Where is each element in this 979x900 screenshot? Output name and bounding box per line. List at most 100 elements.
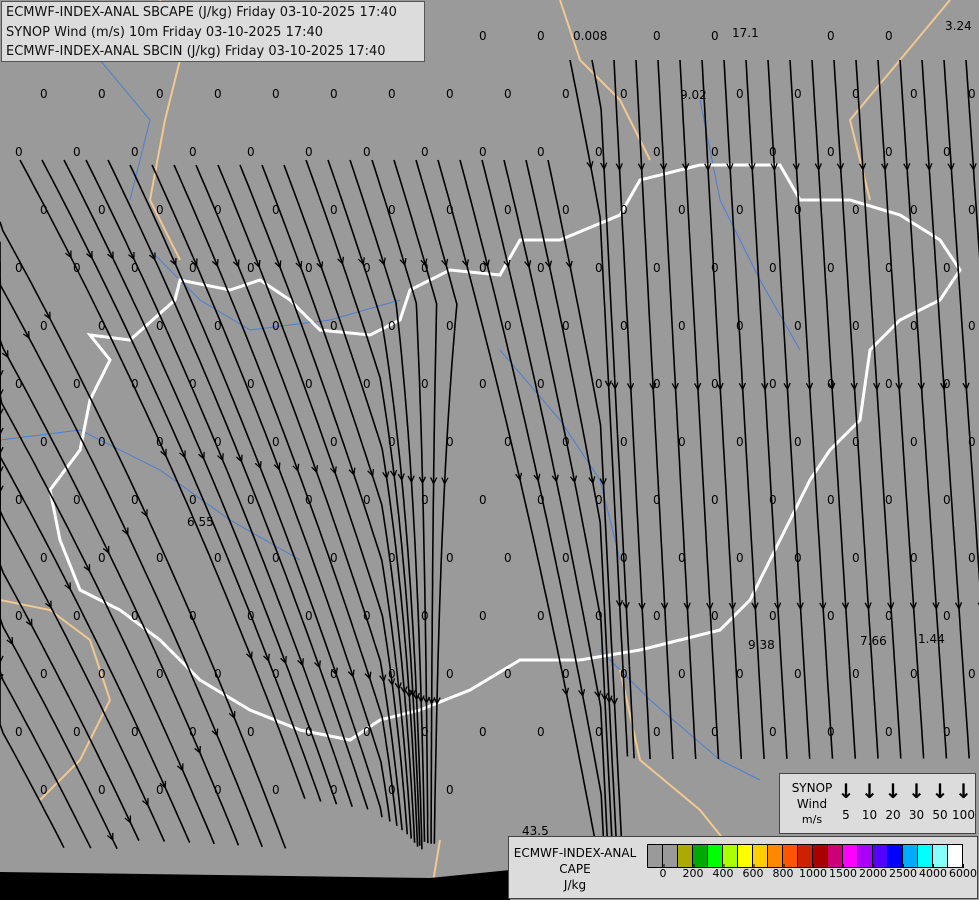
cape-value-zero: 0 <box>330 87 338 101</box>
cape-value-zero: 0 <box>98 319 106 333</box>
synop-speed-20: ↓ 20 <box>881 780 905 822</box>
streamline <box>0 261 240 846</box>
cape-value-zero: 0 <box>330 203 338 217</box>
cape-color-swatch <box>888 845 903 867</box>
cape-value-zero: 0 <box>214 783 222 797</box>
cape-value-zero: 0 <box>446 203 454 217</box>
cape-tick-label: 1500 <box>829 864 857 880</box>
cape-value-zero: 0 <box>363 725 371 739</box>
cape-value-zero: 0 <box>653 609 661 623</box>
cape-value-zero: 0 <box>305 725 313 739</box>
cape-value-zero: 0 <box>769 377 777 391</box>
cape-color-swatch <box>798 845 813 867</box>
cape-value-zero: 0 <box>156 319 164 333</box>
cape-value-zero: 0 <box>388 87 396 101</box>
cape-value-zero: 0 <box>131 145 139 159</box>
cape-value-zero: 0 <box>968 551 976 565</box>
cape-value-zero: 0 <box>247 493 255 507</box>
streamline <box>63 159 338 805</box>
cape-color-swatch <box>693 845 708 867</box>
cape-value-zero: 0 <box>910 87 918 101</box>
cape-color-swatch <box>858 845 873 867</box>
cape-value-zero: 0 <box>595 145 603 159</box>
title-line-cape: ECMWF-INDEX-ANAL SBCAPE (J/kg) Friday 03… <box>6 5 397 20</box>
cape-value-zero: 0 <box>620 319 628 333</box>
cape-value-zero: 0 <box>885 493 893 507</box>
cape-color-swatch <box>828 845 843 867</box>
weather-map[interactable]: 0 0 0 0 0 0 0 0 0 0 0 0 0 0 0 0 0 0 0 0 0 0 0 0 0 0 0 0 0 0 0 0 0 0 0 0 0 0 0 0… <box>0 0 979 900</box>
cape-value-zero: 0 <box>446 435 454 449</box>
cape-value-zero: 0 <box>189 377 197 391</box>
streamline <box>129 164 383 818</box>
region-borders <box>0 0 951 900</box>
cape-value-zero: 0 <box>446 319 454 333</box>
arrow-down-icon: ↓ <box>931 779 949 803</box>
cape-value-zero: 0 <box>885 377 893 391</box>
cape-value-zero: 0 <box>794 203 802 217</box>
cape-value-zero: 0 <box>156 435 164 449</box>
cape-value-zero: 0 <box>388 319 396 333</box>
synop-wind-legend: SYNOP Wind m/s ↓ 5 ↓ 10 ↓ 20 ↓ 30 ↓ 50 ↓ 100 <box>779 773 976 834</box>
cape-value-zero: 0 <box>827 377 835 391</box>
cape-tick-label: 1000 <box>799 864 827 880</box>
cape-value-zero: 0 <box>910 435 918 449</box>
cape-value-zero: 0 <box>595 493 603 507</box>
cape-value-zero: 0 <box>330 667 338 681</box>
cape-color-swatch <box>723 845 738 867</box>
synop-speed-label: 30 <box>908 808 925 822</box>
cape-value-zero: 0 <box>446 551 454 565</box>
cape-value-zero: 0 <box>653 29 661 43</box>
cape-value-zero: 0 <box>943 609 951 623</box>
cape-value-zero: 0 <box>421 145 429 159</box>
cape-value-zero: 0 <box>156 783 164 797</box>
cape-value-zero: 0 <box>562 551 570 565</box>
cape-value-zero: 0 <box>852 667 860 681</box>
streamline <box>19 159 306 799</box>
cape-value-zero: 0 <box>885 725 893 739</box>
cape-value-zero: 0 <box>446 783 454 797</box>
cape-value-zero: 0 <box>98 783 106 797</box>
cape-value-zero: 0 <box>131 261 139 275</box>
cape-value-zero: 0 <box>620 435 628 449</box>
cape-value-zero: 0 <box>73 725 81 739</box>
streamline <box>921 59 970 759</box>
cape-value-zero: 0 <box>247 261 255 275</box>
cape-color-swatch <box>648 845 663 867</box>
cape-value-zero: 0 <box>272 667 280 681</box>
cape-value-zero: 0 <box>885 609 893 623</box>
title-line-cin: ECMWF-INDEX-ANAL SBCIN (J/kg) Friday 03-… <box>6 44 386 59</box>
cape-value-zero: 0 <box>537 261 545 275</box>
cape-value-zero: 0 <box>504 87 512 101</box>
cape-value-zero: 0 <box>794 551 802 565</box>
cape-color-swatch <box>918 845 933 867</box>
cape-value-label: 3.24 <box>945 19 972 33</box>
cape-value-zero: 0 <box>15 609 23 623</box>
cape-color-swatch <box>783 845 798 867</box>
cape-legend-label: CAPE <box>559 862 591 876</box>
cape-value-zero: 0 <box>595 609 603 623</box>
cape-value-zero: 0 <box>272 87 280 101</box>
cape-value-zero: 0 <box>98 87 106 101</box>
cape-color-swatch <box>738 845 753 867</box>
cape-tick-label: 600 <box>742 864 764 880</box>
cape-value-zero: 0 <box>711 609 719 623</box>
cape-color-swatch <box>933 845 948 867</box>
cape-value-zero: 0 <box>98 435 106 449</box>
cape-value-zero: 0 <box>562 667 570 681</box>
cape-value-zero: 0 <box>653 261 661 275</box>
cape-value-zero: 0 <box>272 435 280 449</box>
cape-value-zero: 0 <box>827 261 835 275</box>
map-title-box: ECMWF-INDEX-ANAL SBCAPE (J/kg) Friday 03… <box>1 1 425 62</box>
cape-value-zero: 0 <box>40 783 48 797</box>
cape-tick-label: 0 <box>659 864 667 880</box>
cape-value-zero: 0 <box>73 261 81 275</box>
cape-value-zero: 0 <box>852 435 860 449</box>
cape-value-zero: 0 <box>769 261 777 275</box>
cape-value-zero: 0 <box>827 725 835 739</box>
cape-value-zero: 0 <box>562 87 570 101</box>
cape-color-swatch <box>873 845 888 867</box>
cape-value-zero: 0 <box>885 29 893 43</box>
cape-value-zero: 0 <box>736 551 744 565</box>
cape-value-zero: 0 <box>330 783 338 797</box>
cape-value-label: 6.55 <box>187 515 214 529</box>
